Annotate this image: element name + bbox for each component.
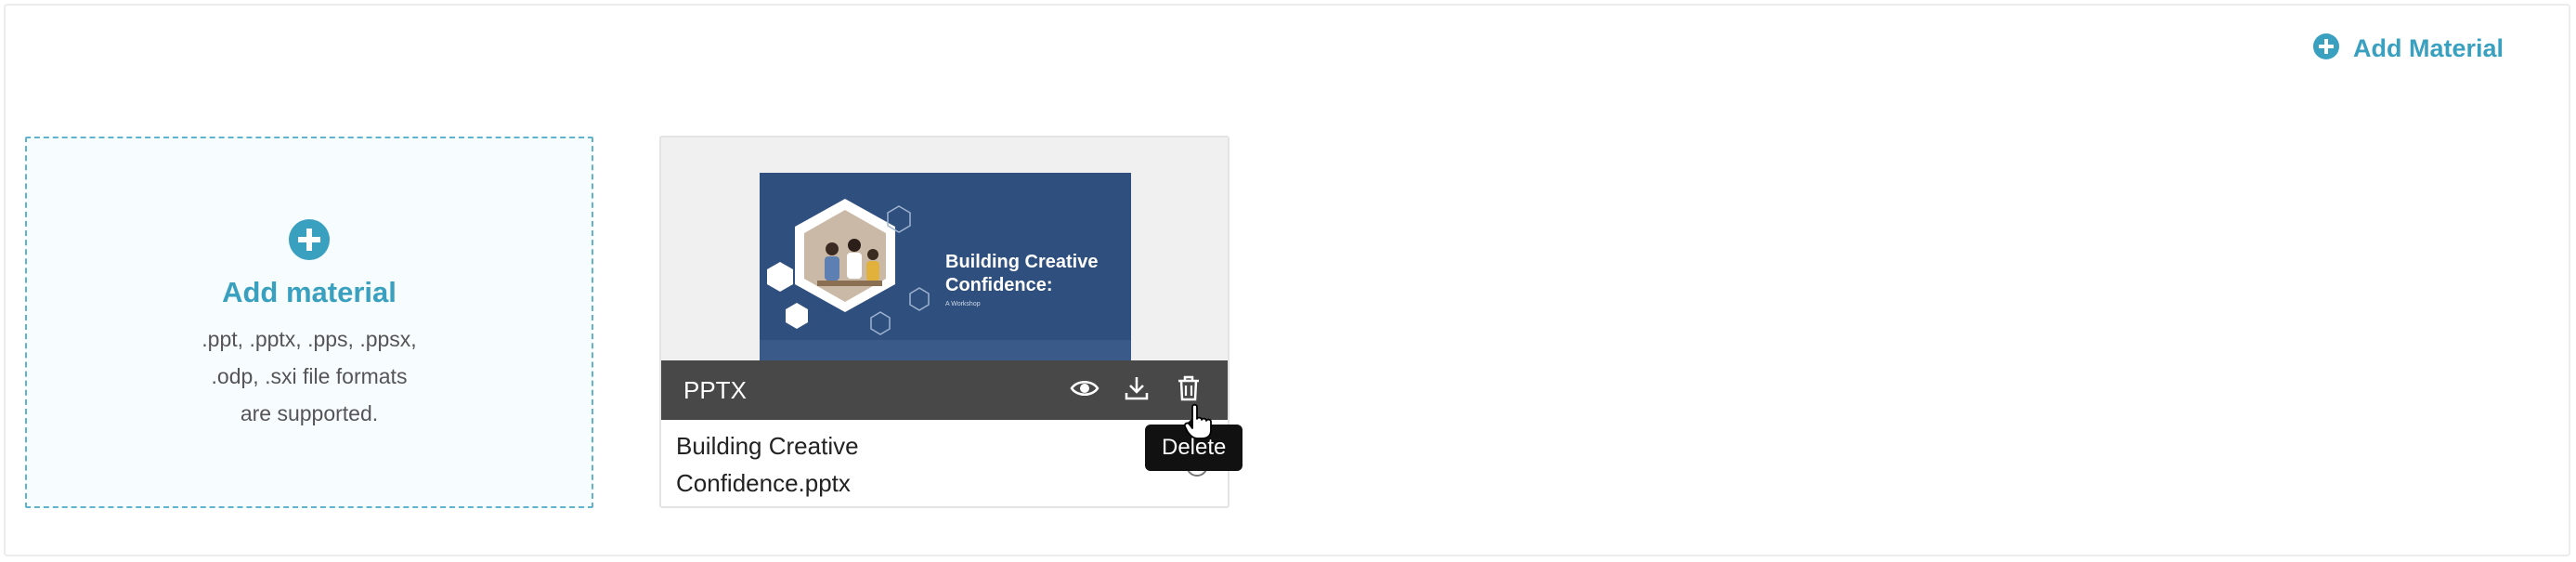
slide-title-line-1: Building Creative [945, 252, 1099, 272]
add-material-label: Add Material [2353, 33, 2504, 62]
material-card[interactable]: Building Creative Confidence: A Workshop… [659, 136, 1229, 508]
download-button[interactable] [1116, 370, 1157, 411]
file-type-label: PPTX [683, 375, 747, 404]
plus-circle-icon [288, 218, 331, 266]
slide-title: Building Creative Confidence: [945, 251, 1098, 297]
download-icon [1123, 374, 1151, 407]
slide-thumbnail: Building Creative Confidence: A Workshop [760, 173, 1131, 360]
plus-circle-icon [2312, 33, 2340, 65]
file-name-line-1: Building Creative [676, 432, 859, 460]
hand-cursor-icon [1183, 403, 1215, 445]
file-action-bar: PPTX [661, 360, 1228, 420]
file-name-line-2: Confidence.pptx [676, 469, 851, 497]
formats-line-1: .ppt, .pptx, .pps, .ppsx, [202, 327, 417, 351]
add-material-link[interactable]: Add Material [2312, 30, 2504, 67]
formats-line-3: are supported. [240, 401, 379, 425]
supported-formats-text: .ppt, .pptx, .pps, .ppsx, .odp, .sxi fil… [27, 320, 592, 432]
formats-line-2: .odp, .sxi file formats [211, 364, 408, 388]
preview-button[interactable] [1064, 370, 1105, 411]
add-material-title: Add material [222, 276, 397, 308]
slide-title-line-2: Confidence: [945, 275, 1053, 295]
add-material-dropzone[interactable]: Add material .ppt, .pptx, .pps, .ppsx, .… [25, 137, 593, 508]
eye-icon [1070, 373, 1099, 408]
file-name: Building Creative Confidence.pptx [676, 427, 1085, 502]
slide-subtitle: A Workshop [945, 301, 981, 307]
thumbnail-area[interactable]: Building Creative Confidence: A Workshop [661, 137, 1228, 360]
trash-icon [1176, 374, 1202, 407]
